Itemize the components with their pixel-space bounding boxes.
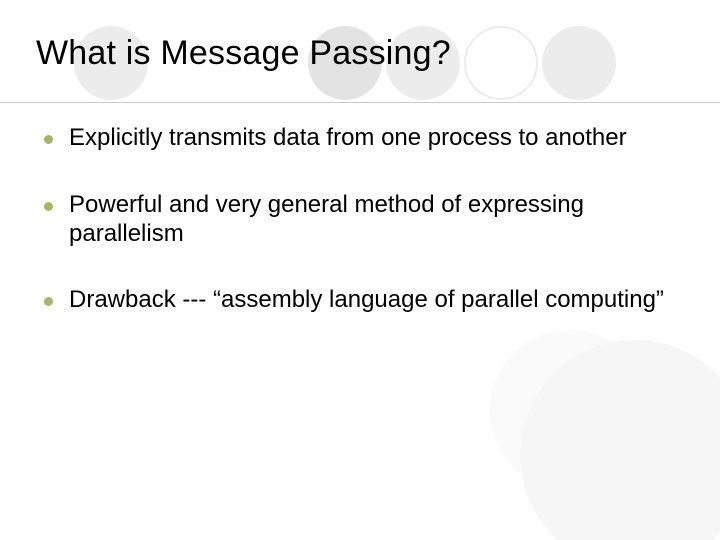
bullet-text: Powerful and very general method of expr… [69, 191, 676, 249]
deco-circle-icon [520, 340, 720, 540]
list-item: Explicitly transmits data from one proce… [44, 124, 676, 153]
list-item: Drawback --- “assembly language of paral… [44, 286, 676, 315]
bullet-icon [44, 202, 53, 211]
bullet-text: Drawback --- “assembly language of paral… [69, 286, 664, 315]
list-item: Powerful and very general method of expr… [44, 191, 676, 249]
slide-body: Explicitly transmits data from one proce… [44, 124, 676, 353]
slide: What is Message Passing? Explicitly tran… [0, 0, 720, 540]
bullet-text: Explicitly transmits data from one proce… [69, 124, 627, 153]
slide-title: What is Message Passing? [36, 34, 676, 73]
bullet-icon [44, 135, 53, 144]
deco-circle-icon [490, 330, 650, 490]
title-underline [0, 102, 720, 103]
bullet-icon [44, 297, 53, 306]
